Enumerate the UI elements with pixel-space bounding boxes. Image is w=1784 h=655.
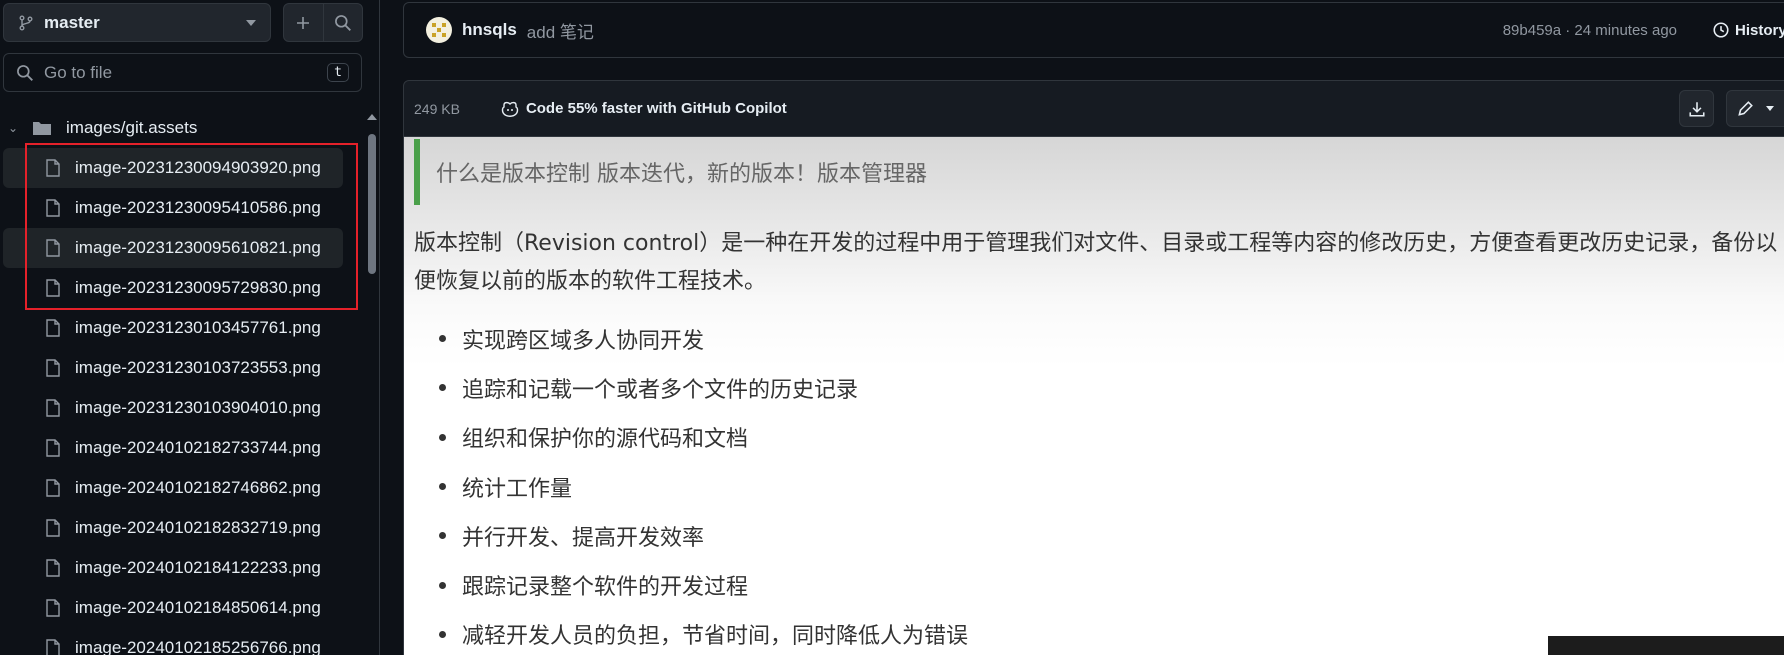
list-item: 实现跨区域多人协同开发 xyxy=(416,314,968,363)
folder-icon xyxy=(33,122,51,135)
download-button[interactable] xyxy=(1679,90,1714,127)
file-tree-item[interactable]: image-20240102182733744.png xyxy=(3,428,343,468)
file-tree-item[interactable]: image-20240102184850614.png xyxy=(3,588,343,628)
branch-name: master xyxy=(44,12,100,32)
file-tree-sidebar: master Go to file t ⌄ images/git.assets … xyxy=(0,0,380,655)
file-icon xyxy=(46,399,60,417)
list-item-text: 实现跨区域多人协同开发 xyxy=(462,328,705,354)
copilot-promo-label: Code 55% faster with GitHub Copilot xyxy=(525,100,787,117)
latest-commit-bar: hnsqls add 笔记 89b459a · 24 minutes ago H… xyxy=(403,2,1784,58)
feature-list: 实现跨区域多人协同开发追踪和记载一个或者多个文件的历史记录 组织和保护你的源代码和… xyxy=(416,314,968,655)
list-item-text: 组织和保护你的源代码和文档 xyxy=(462,427,749,453)
file-name: image-20240102182746862.png xyxy=(75,478,321,497)
file-tree-item[interactable]: image-20240102184122233.png xyxy=(3,548,343,588)
list-item: 追踪和记载一个或者多个文件的历史记录 xyxy=(416,363,968,412)
file-tree-item[interactable]: image-20240102185256766.png xyxy=(3,628,343,655)
bullet-dot xyxy=(439,433,446,441)
file-tree-item[interactable]: image-20231230103723553.png xyxy=(3,348,343,388)
file-name: image-20240102182832719.png xyxy=(75,518,321,537)
bullet-dot xyxy=(439,581,446,589)
list-item-text: 减轻开发人员的负担，节省时间，同时降低人为错误 xyxy=(462,624,969,650)
tree-scrollbar[interactable] xyxy=(364,110,380,655)
list-item-text: 追踪和记载一个或者多个文件的历史记录 xyxy=(462,377,859,403)
list-item-text: 统计工作量 xyxy=(462,476,573,502)
search-button[interactable] xyxy=(322,4,363,41)
go-to-file-placeholder: Go to file xyxy=(44,62,113,82)
file-icon xyxy=(46,599,60,617)
go-to-file-input[interactable]: Go to file t xyxy=(3,53,362,92)
tree-actions xyxy=(283,3,363,42)
scroll-up-arrow-icon[interactable] xyxy=(367,114,377,120)
overlay-panel xyxy=(1548,636,1784,655)
file-name: image-20240102184122233.png xyxy=(75,558,321,577)
pencil-icon xyxy=(1738,100,1753,116)
folder-name: images/git.assets xyxy=(66,118,198,137)
file-header-bar: 249 KB Code 55% faster with GitHub Copil… xyxy=(403,80,1784,137)
scrollbar-thumb[interactable] xyxy=(368,134,376,274)
file-tree-item[interactable]: image-20240102182746862.png xyxy=(3,468,343,508)
file-icon xyxy=(46,359,60,377)
copilot-promo-link[interactable]: Code 55% faster with GitHub Copilot xyxy=(500,100,787,118)
add-file-button[interactable] xyxy=(284,4,323,41)
file-icon xyxy=(46,439,60,457)
bullet-dot xyxy=(439,630,446,638)
file-icon xyxy=(46,319,60,337)
selection-highlight-box xyxy=(25,143,358,310)
commit-author-link[interactable]: hnsqls xyxy=(462,20,517,40)
plus-icon xyxy=(297,16,310,29)
chevron-down-icon xyxy=(246,19,256,26)
list-item: 跟踪记录整个软件的开发过程 xyxy=(416,560,968,609)
file-icon xyxy=(46,559,60,577)
keyboard-shortcut: t xyxy=(327,63,349,82)
chevron-down-icon[interactable] xyxy=(1766,106,1774,111)
branch-selector-button[interactable]: master xyxy=(3,3,271,42)
list-item-text: 并行开发、提高开发效率 xyxy=(462,525,705,551)
commit-message-link[interactable]: add 笔记 xyxy=(527,18,594,43)
history-label: History xyxy=(1735,21,1784,39)
copilot-icon xyxy=(501,101,519,117)
intro-paragraph: 版本控制（Revision control）是一种在开发的过程中用于管理我们对文… xyxy=(414,231,1778,294)
list-item: 统计工作量 xyxy=(416,462,968,511)
list-item-text: 跟踪记录整个软件的开发过程 xyxy=(462,575,749,601)
file-name: image-20231230103457761.png xyxy=(75,318,321,337)
file-name: image-20240102184850614.png xyxy=(75,598,321,617)
search-icon xyxy=(334,14,351,31)
file-icon xyxy=(46,479,60,497)
file-icon xyxy=(46,519,60,537)
list-item: 并行开发、提高开发效率 xyxy=(416,511,968,560)
bullet-dot xyxy=(439,335,446,343)
history-button[interactable]: History xyxy=(1712,21,1784,39)
commit-sha-time[interactable]: 89b459a · 24 minutes ago xyxy=(1503,22,1677,39)
file-tree-item[interactable]: image-20240102182832719.png xyxy=(3,508,343,548)
edit-button[interactable] xyxy=(1726,90,1784,127)
git-branch-icon xyxy=(19,15,33,30)
blockquote: 什么是版本控制 版本迭代，新的版本！版本管理器 xyxy=(414,139,1784,205)
chevron-down-icon: ⌄ xyxy=(8,121,19,135)
search-icon xyxy=(17,64,33,81)
file-name: image-20231230103904010.png xyxy=(75,398,321,417)
tree-folder[interactable]: ⌄ images/git.assets xyxy=(0,108,362,148)
history-clock-icon xyxy=(1713,22,1729,38)
file-tree-item[interactable]: image-20231230103904010.png xyxy=(3,388,343,428)
list-item: 减轻开发人员的负担，节省时间，同时降低人为错误 xyxy=(416,610,968,655)
bullet-dot xyxy=(439,483,446,491)
avatar[interactable] xyxy=(426,17,452,43)
file-tree-item[interactable]: image-20231230103457761.png xyxy=(3,308,343,348)
download-icon xyxy=(1688,101,1705,117)
markdown-preview: 什么是版本控制 版本迭代，新的版本！版本管理器 版本控制（Revision co… xyxy=(403,137,1784,655)
file-name: image-20240102185256766.png xyxy=(75,638,321,655)
blockquote-text: 什么是版本控制 版本迭代，新的版本！版本管理器 xyxy=(436,162,927,187)
bullet-dot xyxy=(439,384,446,392)
avatar-pattern-icon xyxy=(432,23,446,37)
list-item: 组织和保护你的源代码和文档 xyxy=(416,413,968,462)
file-icon xyxy=(46,639,60,655)
file-size: 249 KB xyxy=(414,100,460,117)
file-name: image-20240102182733744.png xyxy=(75,438,321,457)
bullet-dot xyxy=(439,532,446,540)
file-name: image-20231230103723553.png xyxy=(75,358,321,377)
